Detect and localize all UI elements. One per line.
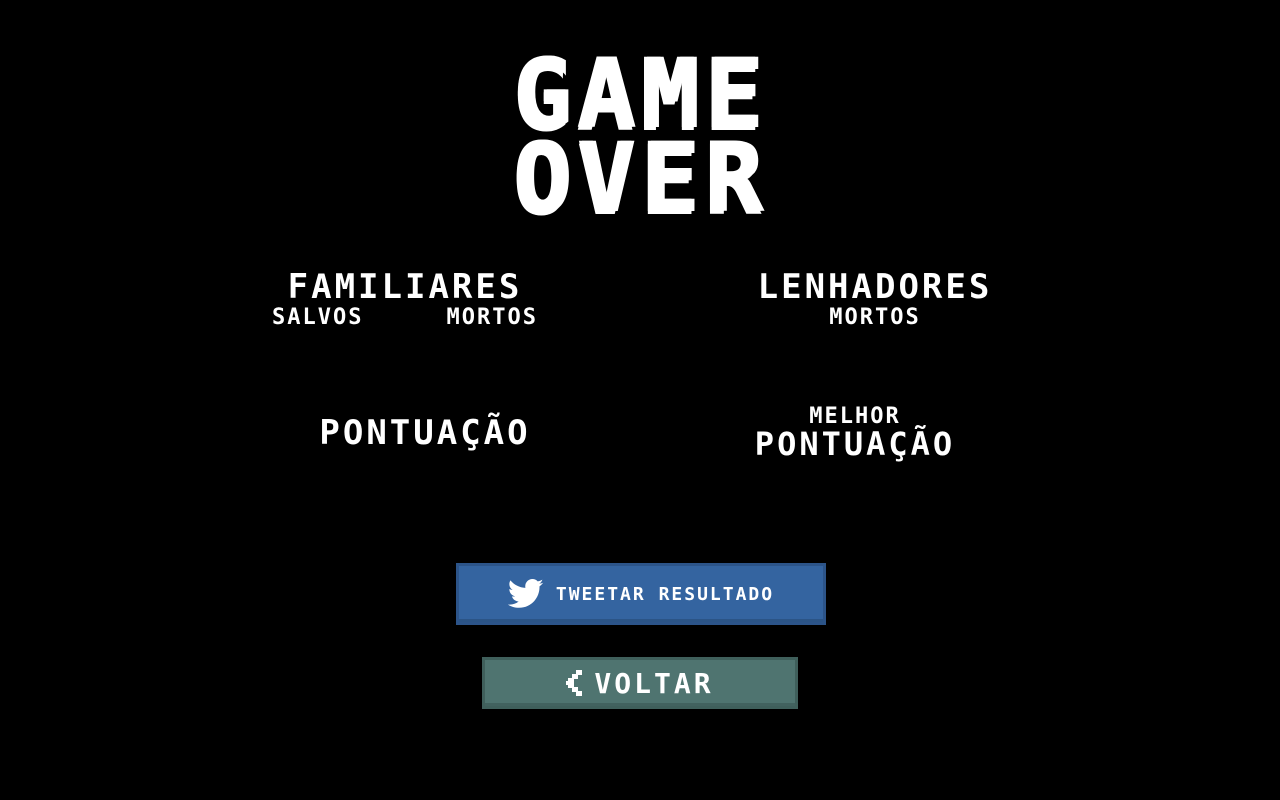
familiares-stat: FAMILIARES SALVOS MORTOS [272, 270, 538, 330]
game-over-title: GAME OVER [440, 46, 840, 234]
familiares-mortos: MORTOS [447, 306, 538, 330]
pontuacao-title: PONTUAÇÃO [319, 413, 531, 453]
lenhadores-title: LENHADORES [757, 267, 993, 307]
familiares-salvos: SALVOS [272, 306, 363, 330]
back-label: VOLTAR [594, 666, 714, 700]
pontuacao-stat: PONTUAÇÃO [300, 412, 550, 450]
familiares-title: FAMILIARES [287, 267, 523, 307]
familiares-mortos-label: MORTOS [446, 305, 538, 330]
melhor-pontuacao-stat: MELHOR PONTUAÇÃO [735, 406, 975, 463]
tweet-result-label: TWEETAR RESULTADO [555, 583, 775, 605]
title-line-2: OVER [512, 122, 768, 234]
familiares-salvos-label: SALVOS [272, 305, 364, 330]
chevron-left-icon [566, 670, 584, 696]
twitter-bird-icon [507, 579, 544, 609]
familiares-subs: SALVOS MORTOS [272, 306, 538, 330]
back-button[interactable]: VOLTAR [482, 657, 798, 709]
lenhadores-mortos-label: MORTOS [829, 305, 921, 330]
melhor-pontuacao-line2: PONTUAÇÃO [754, 425, 956, 463]
tweet-result-button[interactable]: TWEETAR RESULTADO [456, 563, 826, 625]
lenhadores-stat: LENHADORES MORTOS [742, 270, 1008, 330]
